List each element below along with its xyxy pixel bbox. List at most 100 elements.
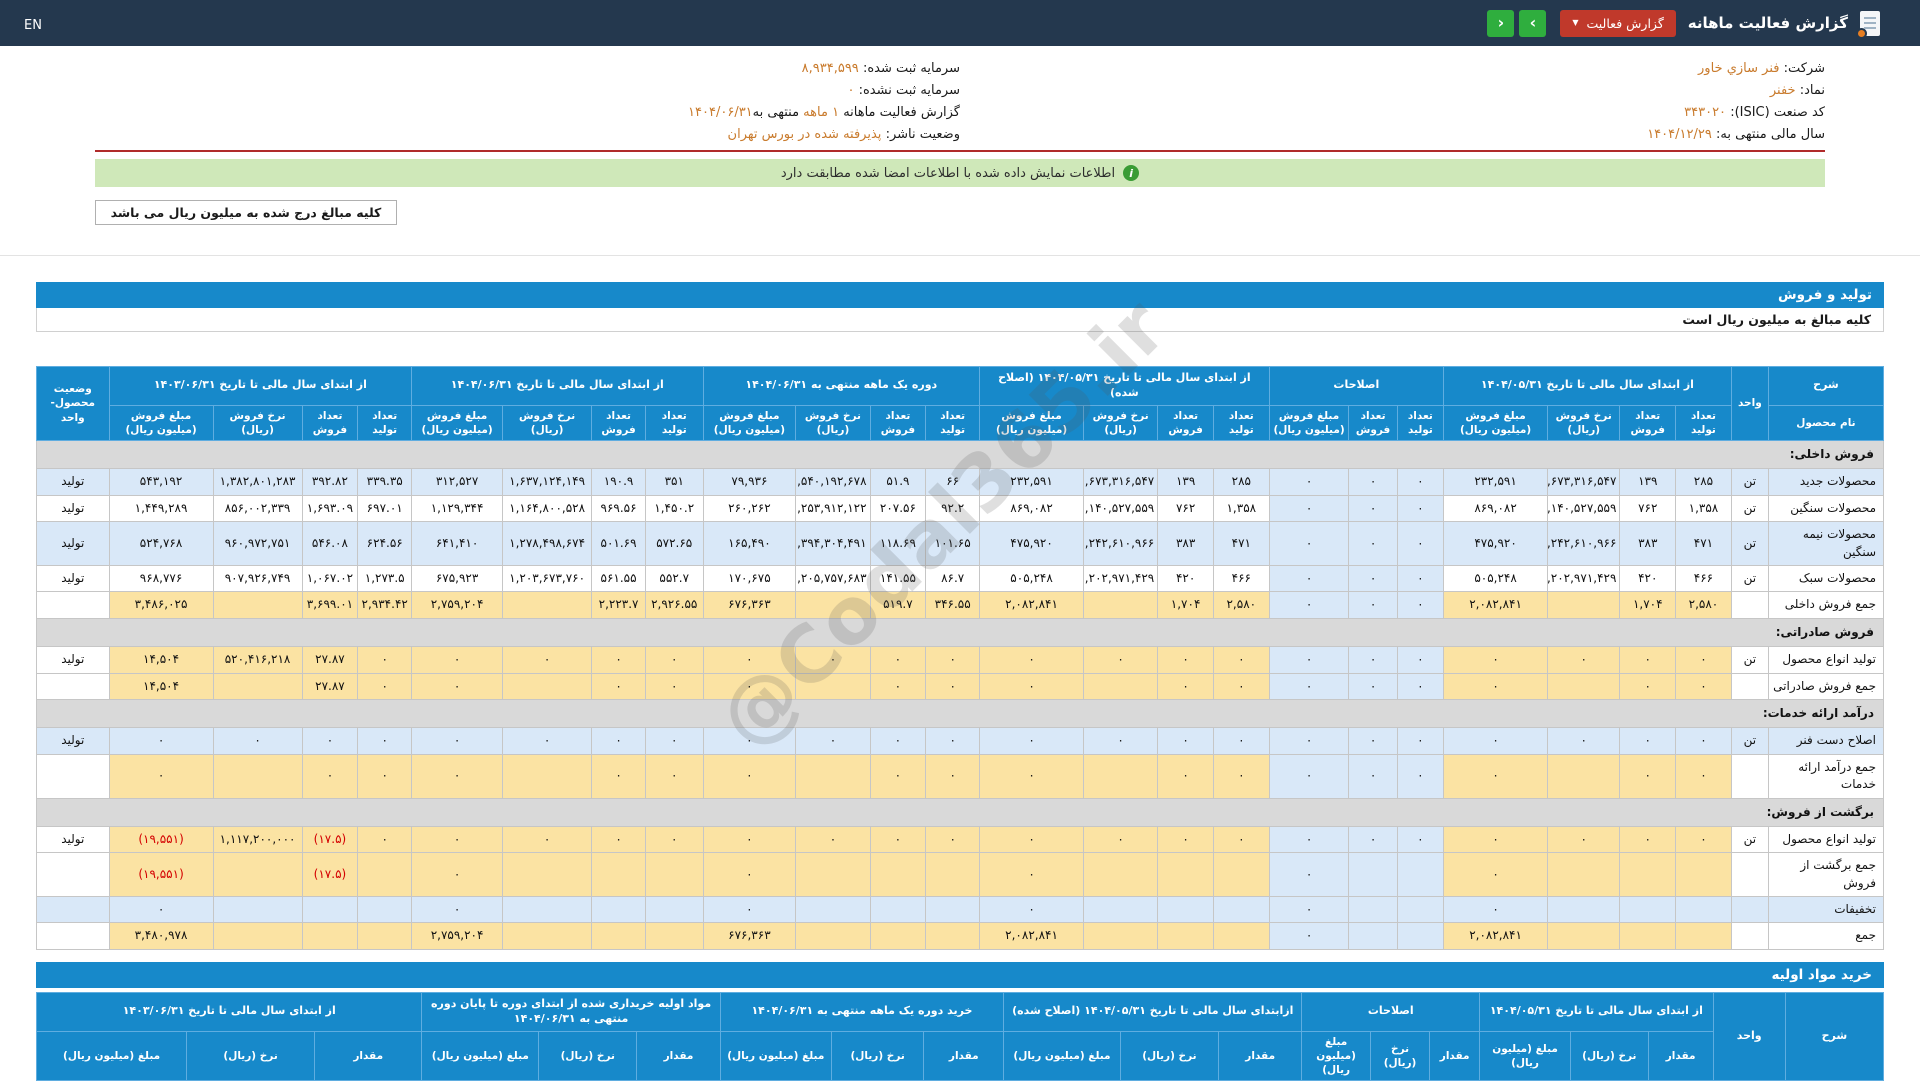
section-row: فروش صادراتی: xyxy=(36,617,1884,648)
value-cell: ۰ xyxy=(925,672,981,700)
value-cell: ۴۷۵,۹۲۰ xyxy=(1443,521,1549,566)
subheader-qty-produced: تعداد تولید xyxy=(925,404,981,442)
table-row: تولید انواع محصول تن ۰ ۰ ۰ ۰ ۰ ۰ ۰ ۰ ۰ ۰ ۰ ۰ ۰ ۰ ۰ ۰ ۰ ۰ ۰ ۰ ۲… xyxy=(36,646,1885,674)
value-cell: ۳۸۳ xyxy=(1157,521,1214,566)
table-row: جمع درآمد ارائه خدمات ۰ ۰ ۰ ۰ ۰ ۰ ۰ ۰ ۰ ۰ ۰ ۰ ۰ ۰ ۰ ۰ ۰ ۰ xyxy=(36,753,1885,799)
value-cell: ۰ xyxy=(1348,825,1398,854)
value-cell xyxy=(925,852,981,898)
unit-cell xyxy=(1730,753,1769,799)
value-cell: ۰ xyxy=(212,727,303,755)
header-unit: واحد xyxy=(1730,365,1769,442)
info-value: ۱ ماهه xyxy=(803,105,840,120)
status-cell xyxy=(36,922,110,950)
unit-cell: تن xyxy=(1730,727,1769,755)
value-cell: ۱,۲۷۸,۴۹۸,۶۷۴ xyxy=(502,521,593,566)
unregistered-capital-row: سرمایه ثبت نشده: ۰ xyxy=(95,82,960,99)
table-row: محصولات سنگین تن ۱,۳۵۸ ۷۶۲ ۱,۱۴۰,۵۲۷,۵۵۹ ۸۶۹,… xyxy=(36,494,1885,523)
value-cell xyxy=(1547,591,1621,619)
info-label: وضعیت ناشر: xyxy=(885,127,960,142)
value-cell: ۰ xyxy=(1443,646,1549,674)
value-cell xyxy=(357,922,413,950)
value-cell: ۰ xyxy=(702,646,797,674)
value-cell: ۰ xyxy=(301,753,359,799)
value-cell: ۰ xyxy=(1157,753,1214,799)
isic-row: کد صنعت (ISIC): ۳۴۳۰۲۰ xyxy=(960,104,1825,121)
table-row: جمع برگشت از فروش ۰ ۰ ۰ ۰ ۰ (۱۷.۵) (۱۹,۵۵۱) xyxy=(36,852,1885,898)
symbol-link[interactable]: خفنر xyxy=(1770,83,1796,98)
value-cell: ۲,۰۸۲,۸۴۱ xyxy=(1443,591,1549,619)
info-value: ۱۴۰۴/۱۲/۲۹ xyxy=(1647,127,1712,142)
value-cell: ۳۳۹.۳۵ xyxy=(357,468,413,496)
value-cell: ۰ xyxy=(411,727,504,755)
info-label: شرکت: xyxy=(1783,61,1825,76)
report-type-dropdown[interactable]: گزارش فعالیت ▼ xyxy=(1560,9,1676,37)
company-name-link[interactable]: فنر سازي خاور xyxy=(1698,61,1779,76)
value-cell: ۰ xyxy=(301,727,359,755)
header-period-group-1: از ابتدای سال مالی تا تاریخ ۱۴۰۴/۰۵/۳۱ xyxy=(1443,366,1732,406)
subheader-sale-rate: نرخ فروش (ریال) xyxy=(212,404,303,442)
topbar-right-group: گزارش فعالیت ماهانه گزارش فعالیت ▼ › ‹ xyxy=(1487,9,1880,39)
value-cell: ۵۰۵,۲۴۸ xyxy=(979,564,1085,593)
value-cell: ۰ xyxy=(1619,672,1677,700)
value-cell xyxy=(502,753,593,799)
status-cell: تولید xyxy=(36,825,110,854)
value-cell: ۱,۱۴۰,۵۲۷,۵۵۹ xyxy=(1083,494,1159,523)
value-cell: ۰ xyxy=(1083,727,1159,755)
header-sharh: شرح xyxy=(1767,366,1885,406)
unit-cell: تن xyxy=(1730,825,1769,854)
topbar: گزارش فعالیت ماهانه گزارش فعالیت ▼ › ‹ E… xyxy=(0,0,1920,46)
previous-report-button[interactable]: ‹ xyxy=(1487,9,1515,37)
value-cell: ۰ xyxy=(411,852,504,898)
registered-capital-row: سرمایه ثبت شده: ۸,۹۳۴,۵۹۹ xyxy=(95,60,960,77)
value-cell: ۰ xyxy=(925,646,981,674)
value-cell: ۱,۲۵۳,۹۱۲,۱۲۲ xyxy=(795,494,871,523)
value-cell: ۴۷۱ xyxy=(1675,521,1732,566)
value-cell: ۰ xyxy=(502,646,593,674)
value-cell: ۱۴,۵۰۴ xyxy=(108,672,214,700)
value-cell xyxy=(869,922,927,950)
value-cell xyxy=(925,896,981,924)
value-cell: ۱۰۱.۶۵ xyxy=(925,521,981,566)
unit-cell: تن xyxy=(1730,468,1769,496)
table-row: محصولات جدید تن ۲۸۵ ۱۳۹ ۱,۶۷۳,۳۱۶,۵۴۷ ۲۳۲,۵۹۱… xyxy=(36,468,1885,496)
value-cell: ۱,۲۴۲,۶۱۰,۹۶۶ xyxy=(1083,521,1159,566)
unit-cell xyxy=(1730,852,1769,898)
section-row: برگشت از فروش: xyxy=(36,797,1884,827)
value-cell xyxy=(1157,852,1214,898)
next-report-button[interactable]: › xyxy=(1519,9,1547,37)
value-cell: ۰ xyxy=(1212,672,1270,700)
subheader-rate: نرخ (ریال) xyxy=(1569,1030,1649,1081)
subheader-rate: نرخ (ریال) xyxy=(186,1030,316,1081)
value-cell: ۳۴۶.۵۵ xyxy=(925,591,981,619)
value-cell: ۰ xyxy=(1396,521,1445,566)
value-cell xyxy=(212,922,303,950)
value-cell: ۰ xyxy=(1268,468,1350,496)
value-cell: ۰ xyxy=(1157,727,1214,755)
header-product-status: وضعیت محصول-واحد xyxy=(36,365,110,442)
report-period-row: گزارش فعالیت ماهانه ۱ ماهه منتهی به۱۴۰۴/… xyxy=(95,104,960,121)
table-header-group-row: شرح واحد از ابتدای سال مالی تا تاریخ ۱۴۰۴/… xyxy=(36,365,1885,442)
subheader-qty-produced: تعداد تولید xyxy=(644,404,704,442)
subheader-qty-sold: تعداد فروش xyxy=(1348,404,1398,442)
value-cell: ۱,۷۰۴ xyxy=(1157,591,1214,619)
value-cell: ۰ xyxy=(869,646,927,674)
table-row: تخفیفات ۰ ۰ ۰ ۰ ۰ ۰ xyxy=(36,896,1885,924)
status-cell: تولید xyxy=(36,494,110,523)
value-cell: ۱,۳۵۸ xyxy=(1212,494,1270,523)
value-cell: ۱,۳۵۸ xyxy=(1675,494,1732,523)
header-period-group-3: ازابتدای سال مالی تا تاریخ ۱۴۰۴/۰۵/۳۱ (ا… xyxy=(1003,991,1303,1032)
subheader-amount: مبلغ (میلیون ریال) xyxy=(1003,1030,1121,1081)
value-cell: ۵۰۵,۲۴۸ xyxy=(1443,564,1549,593)
language-toggle-en[interactable]: EN xyxy=(24,18,42,33)
subheader-sale-amount: مبلغ فروش (میلیون ریال) xyxy=(1443,404,1549,442)
company-row: شرکت: فنر سازي خاور xyxy=(960,60,1825,77)
status-cell: تولید xyxy=(36,646,110,674)
value-cell xyxy=(795,896,871,924)
value-cell: ۰ xyxy=(1268,591,1350,619)
value-cell: ۵۷۲.۶۵ xyxy=(644,521,704,566)
signature-match-notice: i اطلاعات نمایش داده شده با اطلاعات امضا… xyxy=(95,159,1825,187)
table-header-sub-row: نام محصول تعداد تولید تعداد فروش نرخ فروش (… xyxy=(37,404,1885,442)
subheader-sale-amount: مبلغ فروش (میلیون ریال) xyxy=(411,404,504,442)
value-cell: ۶۷۵,۹۲۳ xyxy=(411,564,504,593)
value-cell: ۰ xyxy=(702,753,797,799)
